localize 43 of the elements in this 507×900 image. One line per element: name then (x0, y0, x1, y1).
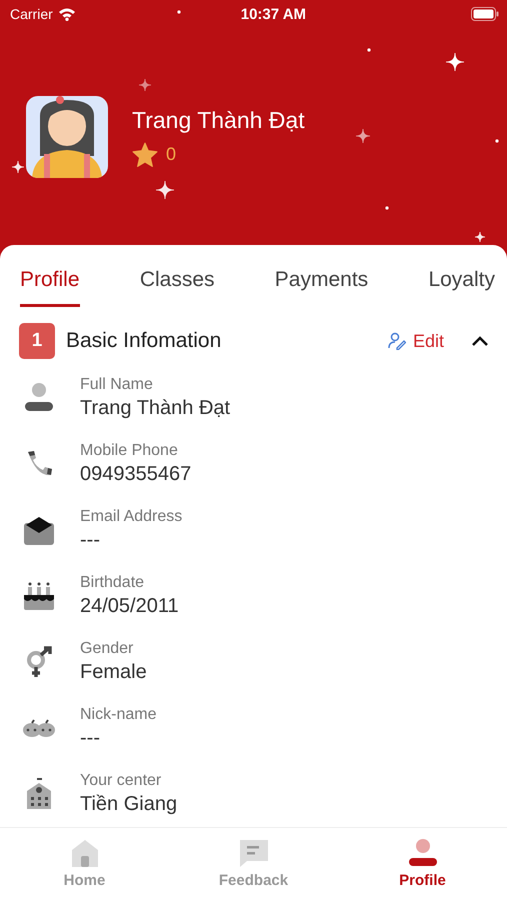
field-value: Trang Thành Đạt (80, 397, 230, 420)
sparkle-icon (138, 78, 152, 92)
battery-icon (471, 7, 499, 21)
field-value: Female (80, 661, 147, 684)
field-label: Email Address (80, 508, 182, 526)
field-value: 0949355467 (80, 463, 192, 486)
field-value: 24/05/2011 (80, 595, 179, 618)
field-label: Gender (80, 640, 134, 658)
dot-icon (177, 10, 181, 14)
field-label: Birthdate (80, 574, 146, 592)
dot-icon (367, 48, 371, 52)
field-value: Tiền Giang (80, 793, 178, 816)
chat-icon (238, 838, 268, 868)
field-value: --- (80, 529, 101, 552)
tab[interactable]: Profile (20, 268, 80, 307)
star-icon (132, 142, 158, 166)
nav-tab[interactable]: Profile (338, 828, 507, 900)
field-label: Full Name (80, 376, 154, 394)
sparkle-icon (12, 160, 24, 174)
edit-person-icon (388, 332, 406, 350)
field-value: --- (80, 727, 101, 750)
sparkle-icon (156, 180, 174, 200)
tab[interactable]: Classes (140, 268, 215, 307)
tab[interactable]: Payments (274, 268, 368, 307)
home-icon (70, 838, 100, 868)
sparkle-icon (356, 128, 370, 144)
dot-icon (495, 139, 499, 143)
tab[interactable]: Loyalty (428, 268, 495, 307)
student-name: Trang Thành Đạt (132, 106, 305, 134)
dot-icon (385, 206, 389, 210)
edit-button[interactable]: Edit (388, 330, 444, 352)
points-count: 0 (166, 144, 176, 164)
field-label: Mobile Phone (80, 442, 179, 460)
wifi-icon (58, 7, 76, 21)
section-number: 1 (19, 323, 55, 359)
section-title: Basic Infomation (66, 329, 222, 353)
field-label: Your center (80, 772, 162, 790)
person-icon (408, 838, 438, 868)
field-label: Nick-name (80, 706, 156, 724)
sparkle-icon (446, 52, 464, 72)
sparkle-icon (474, 232, 486, 242)
status-time: 10:37 AM (240, 6, 306, 22)
carrier-label: Carrier (10, 6, 53, 22)
